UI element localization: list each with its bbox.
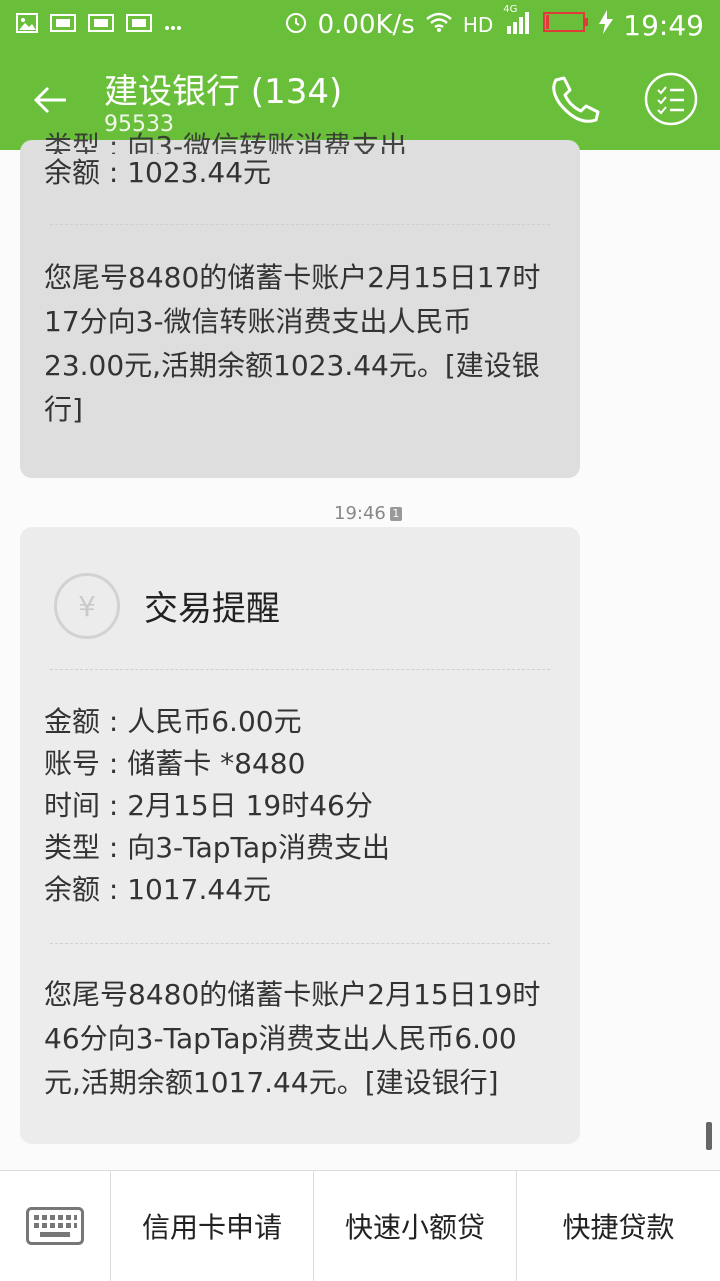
message-field: 金额 : 人民币6.00元 (44, 705, 302, 738)
sim-icon: 1 (389, 506, 402, 521)
message-text: 您尾号8480的储蓄卡账户2月15日19时 46分向3-TapTap消费支出人民… (44, 973, 574, 1105)
conversation-title: 建设银行 (134) (104, 72, 343, 112)
notification-app-icon (88, 14, 114, 36)
timestamp-text: 19:46 (334, 503, 386, 524)
image-icon (16, 13, 38, 37)
back-button[interactable] (30, 80, 70, 120)
message-timestamp: 19:46 1 (334, 503, 402, 524)
message-field: 余额 : 1017.44元 (44, 873, 272, 906)
menu-button[interactable] (644, 72, 698, 126)
network-speed: 0.00K/s (317, 10, 415, 40)
message-field-partial: 类型 : 向3-微信转账消费支出 (44, 130, 408, 154)
battery-icon (543, 10, 589, 40)
status-bar: 0.00K/s HD 4G 19:49 (0, 0, 720, 50)
text-line: 行] (44, 393, 83, 426)
message-field: 账号 : 储蓄卡 *8480 (44, 747, 306, 780)
keyboard-icon (26, 1207, 84, 1245)
divider (50, 943, 550, 944)
status-time: 19:49 (623, 8, 704, 42)
message-field: 类型 : 向3-TapTap消费支出 (44, 831, 390, 864)
scrollbar[interactable] (706, 1122, 712, 1150)
notification-app-icon (50, 14, 76, 36)
divider (50, 669, 550, 670)
text-line: 您尾号8480的储蓄卡账户2月15日17时 (44, 261, 541, 294)
message-bubble[interactable]: 类型 : 向3-微信转账消费支出 余额 : 1023.44元 您尾号8480的储… (20, 130, 580, 478)
text-line: 您尾号8480的储蓄卡账户2月15日19时 (44, 978, 541, 1011)
signal-icon: 4G (503, 4, 533, 41)
message-list[interactable]: 类型 : 向3-微信转账消费支出 余额 : 1023.44元 您尾号8480的储… (0, 130, 720, 1170)
message-field: 余额 : 1023.44元 (44, 156, 272, 189)
yen-icon: ¥ (54, 573, 120, 639)
more-notifications-icon (164, 16, 182, 35)
bottom-menu-bar: 信用卡申请 快速小额贷 快捷贷款 (0, 1170, 720, 1281)
status-left-icons (16, 12, 182, 38)
call-button[interactable] (550, 74, 602, 126)
fast-loan-button[interactable]: 快捷贷款 (517, 1171, 720, 1281)
message-field: 时间 : 2月15日 19时46分 (44, 789, 373, 822)
quick-small-loan-button[interactable]: 快速小额贷 (314, 1171, 517, 1281)
text-line: 46分向3-TapTap消费支出人民币6.00 (44, 1022, 517, 1055)
message-header: 交易提醒 (144, 589, 280, 629)
divider (50, 224, 550, 225)
notification-app-icon (126, 14, 152, 36)
message-text: 您尾号8480的储蓄卡账户2月15日17时 17分向3-微信转账消费支出人民币 … (44, 256, 574, 432)
text-line: 17分向3-微信转账消费支出人民币 (44, 305, 472, 338)
back-arrow-icon (33, 86, 66, 114)
network-hd-label: HD (462, 13, 494, 37)
keyboard-toggle-button[interactable] (0, 1171, 111, 1281)
network-type-label: 4G (503, 3, 518, 15)
text-line: 元,活期余额1017.44元。[建设银行] (44, 1066, 499, 1099)
alarm-icon (284, 10, 308, 41)
charging-icon (599, 9, 614, 41)
text-line: 23.00元,活期余额1023.44元。[建设银 (44, 349, 540, 382)
checklist-icon (644, 72, 698, 126)
credit-card-apply-button[interactable]: 信用卡申请 (111, 1171, 314, 1281)
status-right: 0.00K/s HD 4G 19:49 (284, 4, 704, 42)
phone-icon (552, 76, 600, 123)
wifi-icon (425, 10, 453, 40)
message-bubble[interactable]: ¥ 交易提醒 金额 : 人民币6.00元 账号 : 储蓄卡 *8480 时间 :… (20, 527, 580, 1144)
